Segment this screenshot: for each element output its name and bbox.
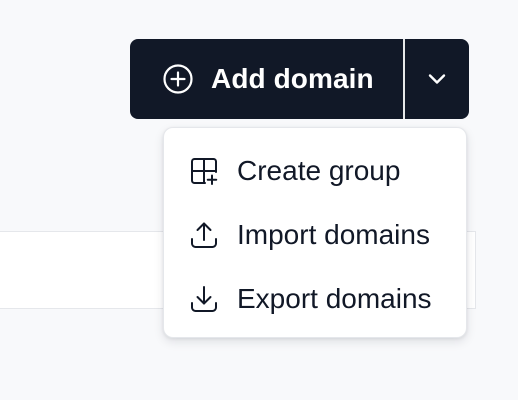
add-domain-split-button: Add domain <box>130 39 469 119</box>
plus-circle-icon <box>162 63 194 95</box>
chevron-down-icon <box>425 67 449 91</box>
import-domains-label: Import domains <box>237 219 430 250</box>
menu-item-export-domains[interactable]: Export domains <box>164 267 466 331</box>
download-icon <box>188 283 220 315</box>
export-domains-label: Export domains <box>237 283 432 314</box>
menu-item-import-domains[interactable]: Import domains <box>164 203 466 267</box>
split-divider <box>403 39 405 119</box>
create-group-label: Create group <box>237 155 401 186</box>
add-domain-button[interactable]: Add domain <box>130 39 403 119</box>
upload-icon <box>188 219 220 251</box>
menu-item-create-group[interactable]: Create group <box>164 139 466 203</box>
add-domain-label: Add domain <box>211 63 374 94</box>
add-domain-menu: Create group Import domains Export domai… <box>163 127 467 338</box>
add-domain-dropdown-toggle[interactable] <box>405 39 469 119</box>
grid-plus-icon <box>188 155 220 187</box>
